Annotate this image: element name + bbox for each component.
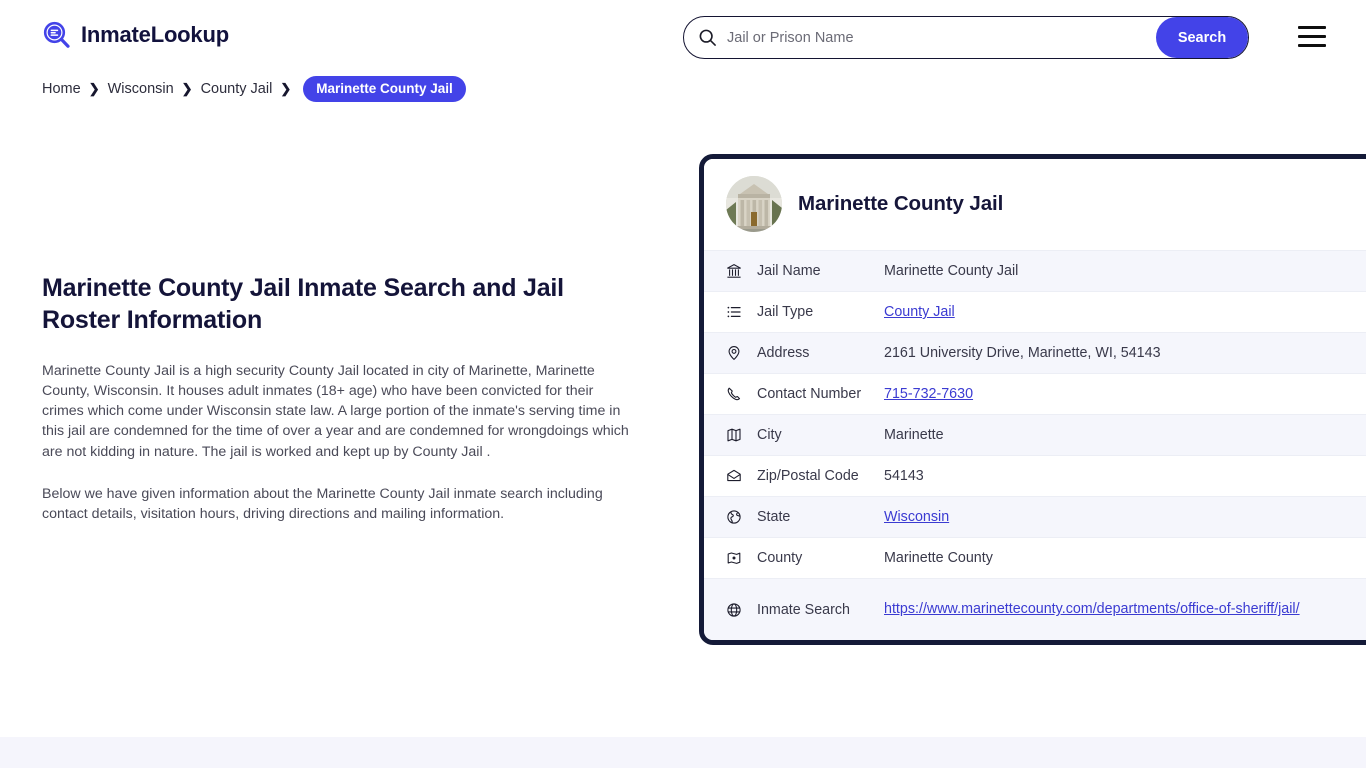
table-row: Jail Type County Jail [704, 291, 1366, 332]
brand-name: InmateLookup [81, 22, 229, 47]
row-value: 2161 University Drive, Marinette, WI, 54… [884, 345, 1161, 361]
description-paragraph-1: Marinette County Jail is a high security… [42, 362, 629, 460]
phone-icon [726, 386, 748, 402]
brand-logo-link[interactable]: InmateLookup [42, 20, 229, 50]
hamburger-bar [1298, 26, 1326, 29]
search-button[interactable]: Search [1156, 17, 1248, 58]
page-root: InmateLookup Search Home ❯ Wisconsin ❯ C… [0, 0, 1366, 768]
state-link[interactable]: Wisconsin [884, 509, 949, 525]
breadcrumb-item-home[interactable]: Home [42, 81, 81, 97]
courthouse-photo-avatar [726, 176, 782, 232]
table-row: Address 2161 University Drive, Marinette… [704, 332, 1366, 373]
row-value: Marinette County [884, 550, 993, 566]
envelope-icon [726, 468, 748, 484]
chevron-right-icon: ❯ [181, 81, 193, 96]
table-row: Inmate Search https://www.marinettecount… [704, 578, 1366, 640]
page-title: Marinette County Jail Inmate Search and … [42, 274, 564, 335]
row-label: Zip/Postal Code [757, 468, 859, 484]
row-value: County Jail [878, 304, 971, 320]
footer-band [0, 737, 1366, 768]
hamburger-bar [1298, 35, 1326, 38]
row-value: 54143 [884, 468, 924, 484]
table-row: Zip/Postal Code 54143 [704, 455, 1366, 496]
jail-info-card: Marinette County Jail Jail Name Marinett… [699, 154, 1366, 645]
list-icon [726, 304, 748, 320]
table-row: County Marinette County [704, 537, 1366, 578]
row-label: Jail Type [757, 304, 814, 320]
table-row: City Marinette [704, 414, 1366, 455]
row-label: County [757, 550, 803, 566]
row-label: State [757, 509, 791, 525]
row-value: Marinette [884, 427, 944, 443]
table-row: Jail Name Marinette County Jail [704, 250, 1366, 291]
row-label: Inmate Search [757, 601, 850, 618]
breadcrumb-item-current: Marinette County Jail [303, 76, 466, 102]
contact-number-link[interactable]: 715-732-7630 [884, 386, 973, 402]
breadcrumb: Home ❯ Wisconsin ❯ County Jail ❯ Marinet… [42, 76, 466, 102]
jail-card-header: Marinette County Jail [704, 159, 1366, 250]
hamburger-bar [1298, 44, 1326, 47]
main-content-column: Marinette County Jail Inmate Search and … [42, 272, 642, 525]
map-pin-icon [726, 345, 748, 361]
globe-icon [726, 602, 748, 618]
search-icon [698, 28, 717, 47]
row-label: Contact Number [757, 386, 862, 402]
search-input[interactable] [717, 17, 1156, 58]
breadcrumb-item-wisconsin[interactable]: Wisconsin [108, 81, 174, 97]
magnifier-list-logo-icon [42, 20, 72, 50]
hamburger-menu-icon[interactable] [1298, 26, 1326, 47]
row-value: 715-732-7630 [878, 386, 989, 402]
row-value: Marinette County Jail [884, 263, 1019, 279]
bank-icon [726, 263, 748, 279]
inmate-search-link[interactable]: https://www.marinettecounty.com/departme… [884, 601, 1300, 617]
row-value: https://www.marinettecounty.com/departme… [878, 598, 1316, 620]
jail-type-link[interactable]: County Jail [884, 304, 955, 320]
row-label: Jail Name [757, 263, 821, 279]
row-label: City [757, 427, 782, 443]
table-row: Contact Number 715-732-7630 [704, 373, 1366, 414]
map-icon [726, 427, 748, 443]
jail-card-title: Marinette County Jail [798, 192, 1004, 215]
map-marker-area-icon [726, 550, 748, 566]
chevron-right-icon: ❯ [280, 81, 292, 96]
search-bar[interactable]: Search [683, 16, 1249, 59]
table-row: State Wisconsin [704, 496, 1366, 537]
description-paragraph-2: Below we have given information about th… [42, 485, 603, 523]
breadcrumb-item-county-jail[interactable]: County Jail [201, 81, 273, 97]
site-header: InmateLookup Search [0, 0, 1366, 74]
chevron-right-icon: ❯ [88, 81, 100, 96]
row-label: Address [757, 345, 810, 361]
globe-americas-icon [726, 509, 748, 525]
row-value: Wisconsin [878, 509, 965, 525]
